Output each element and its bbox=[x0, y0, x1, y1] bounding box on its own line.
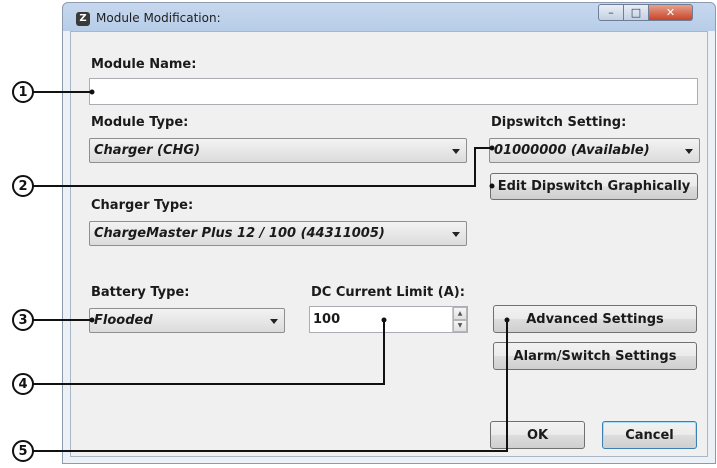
dipswitch-value: 01000000 (Available) bbox=[494, 143, 650, 158]
callout-5: 5 bbox=[12, 440, 34, 462]
charger-type-value: ChargeMaster Plus 12 / 100 (44311005) bbox=[94, 226, 385, 241]
dc-current-limit-spinner[interactable]: ▲ ▼ bbox=[452, 307, 467, 332]
maximize-button[interactable]: □ bbox=[624, 4, 649, 21]
callout-3: 3 bbox=[12, 309, 34, 331]
cancel-button[interactable]: Cancel bbox=[602, 421, 697, 449]
alarm-switch-settings-button[interactable]: Alarm/Switch Settings bbox=[493, 342, 697, 370]
callout-4: 4 bbox=[12, 373, 34, 395]
module-type-label: Module Type: bbox=[91, 115, 189, 130]
dipswitch-label: Dipswitch Setting: bbox=[491, 115, 627, 130]
chevron-down-icon bbox=[270, 318, 278, 324]
module-name-label: Module Name: bbox=[91, 57, 197, 72]
callout-2: 2 bbox=[12, 175, 34, 197]
chevron-down-icon bbox=[452, 231, 460, 237]
dc-current-limit-input[interactable]: 100 bbox=[309, 306, 468, 333]
spin-up-icon[interactable]: ▲ bbox=[453, 307, 467, 320]
battery-type-value: Flooded bbox=[94, 313, 153, 328]
maximize-icon: □ bbox=[630, 6, 642, 19]
close-icon: ✕ bbox=[665, 6, 676, 19]
battery-type-select[interactable]: Flooded bbox=[89, 308, 285, 333]
close-button[interactable]: ✕ bbox=[649, 4, 693, 21]
spin-down-icon[interactable]: ▼ bbox=[453, 319, 467, 332]
minimize-button[interactable]: – bbox=[598, 4, 624, 21]
module-type-select[interactable]: Charger (CHG) bbox=[89, 138, 467, 163]
window-title: Module Modification: bbox=[96, 11, 221, 25]
charger-type-select[interactable]: ChargeMaster Plus 12 / 100 (44311005) bbox=[89, 221, 467, 246]
dc-current-limit-label: DC Current Limit (A): bbox=[311, 285, 465, 300]
dipswitch-select[interactable]: 01000000 (Available) bbox=[489, 138, 700, 163]
app-logo-icon: Z bbox=[76, 12, 90, 26]
module-name-input[interactable] bbox=[89, 78, 698, 105]
edit-dipswitch-button[interactable]: Edit Dipswitch Graphically bbox=[490, 173, 698, 200]
module-type-value: Charger (CHG) bbox=[94, 143, 201, 158]
chevron-down-icon bbox=[685, 148, 693, 154]
advanced-settings-button[interactable]: Advanced Settings bbox=[493, 305, 697, 333]
callout-1: 1 bbox=[12, 81, 34, 103]
battery-type-label: Battery Type: bbox=[91, 285, 190, 300]
ok-button[interactable]: OK bbox=[490, 421, 585, 449]
minimize-icon: – bbox=[608, 6, 614, 19]
chevron-down-icon bbox=[452, 148, 460, 154]
charger-type-label: Charger Type: bbox=[91, 198, 194, 213]
